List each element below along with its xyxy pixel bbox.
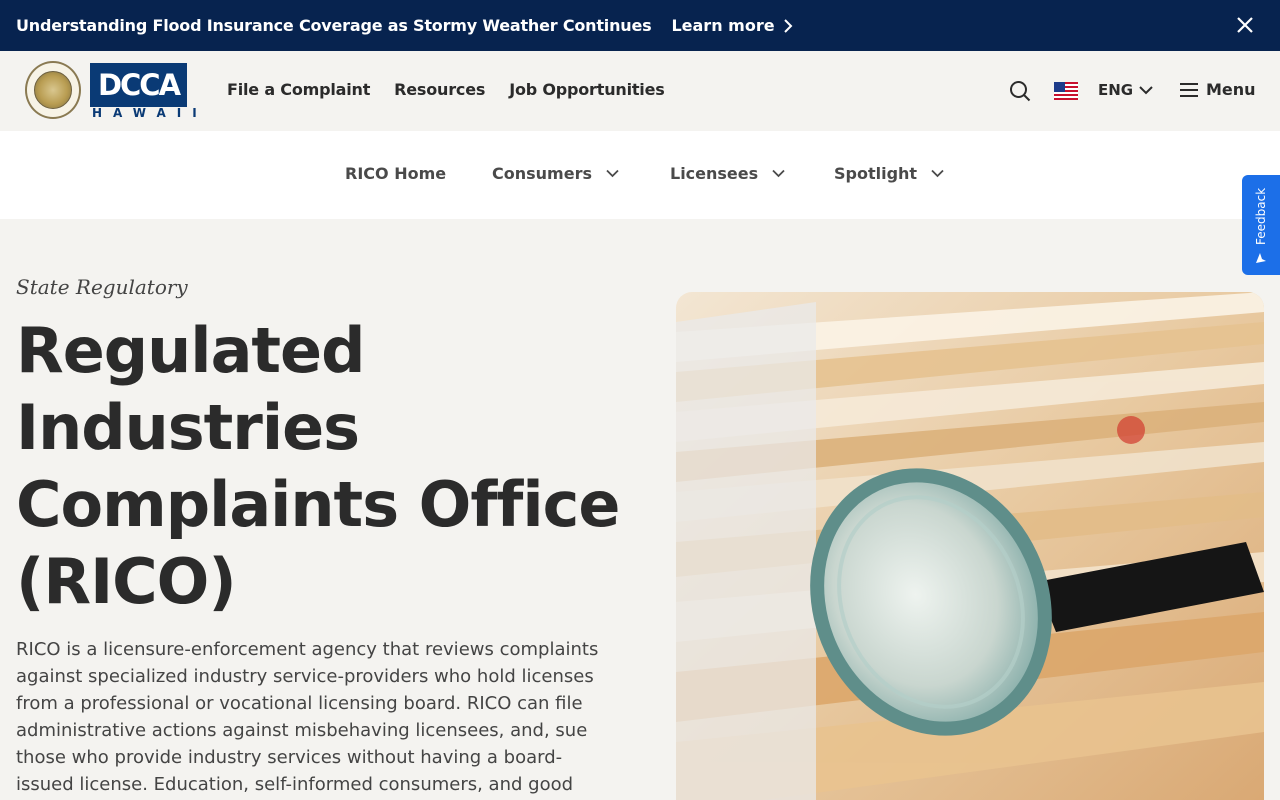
subnav-consumers[interactable]: Consumers (492, 164, 619, 183)
dcca-logo[interactable]: DCCA HAWAII (90, 63, 208, 120)
subnav-label: RICO Home (345, 164, 447, 183)
chevron-down-icon (606, 169, 619, 178)
chevron-down-icon (772, 169, 785, 178)
state-seal-logo[interactable] (25, 61, 81, 119)
subnav-licensees[interactable]: Licensees (670, 164, 785, 183)
feedback-tab[interactable]: Feedback (1242, 175, 1280, 275)
section-subnav: RICO Home Consumers Licensees Spotlight (0, 131, 1280, 219)
nav-job-opportunities[interactable]: Job Opportunities (509, 80, 665, 99)
subnav-rico-home[interactable]: RICO Home (345, 164, 446, 183)
page-title: Regulated Industries Complaints Office (… (16, 314, 620, 618)
close-icon[interactable] (1234, 14, 1256, 36)
eyebrow-text: State Regulatory (16, 275, 188, 299)
hamburger-icon (1180, 82, 1198, 97)
feedback-icon (1256, 253, 1266, 263)
subnav-label: Spotlight (834, 164, 918, 183)
page-description: RICO is a licensure-enforcement agency t… (16, 639, 599, 795)
menu-button[interactable]: Menu (1180, 80, 1256, 99)
site-header: DCCA HAWAII File a Complaint Resources J… (0, 51, 1280, 131)
subnav-label: Consumers (492, 164, 592, 183)
nav-file-complaint[interactable]: File a Complaint (227, 80, 370, 99)
subnav-spotlight[interactable]: Spotlight (834, 164, 944, 183)
menu-label: Menu (1206, 80, 1256, 99)
us-flag-icon[interactable] (1054, 82, 1078, 100)
learn-more-link[interactable]: Learn more (671, 16, 792, 35)
alert-text: Understanding Flood Insurance Coverage a… (16, 16, 652, 35)
chevron-down-icon (931, 169, 944, 178)
alert-banner: Understanding Flood Insurance Coverage a… (0, 0, 1280, 51)
logo-subtitle: HAWAII (92, 106, 208, 120)
subnav-label: Licensees (670, 164, 759, 183)
search-icon[interactable] (1009, 80, 1031, 102)
chevron-right-icon (783, 18, 792, 33)
logo-wordmark: DCCA (90, 63, 187, 107)
language-label: ENG (1098, 81, 1134, 99)
main-nav: File a Complaint Resources Job Opportuni… (227, 80, 665, 99)
hero-image-magnifying-glass (676, 292, 1264, 800)
chevron-down-icon (1139, 86, 1153, 95)
nav-resources[interactable]: Resources (394, 80, 485, 99)
feedback-label: Feedback (1254, 187, 1268, 245)
learn-more-label: Learn more (671, 16, 775, 35)
language-selector[interactable]: ENG (1098, 81, 1153, 99)
